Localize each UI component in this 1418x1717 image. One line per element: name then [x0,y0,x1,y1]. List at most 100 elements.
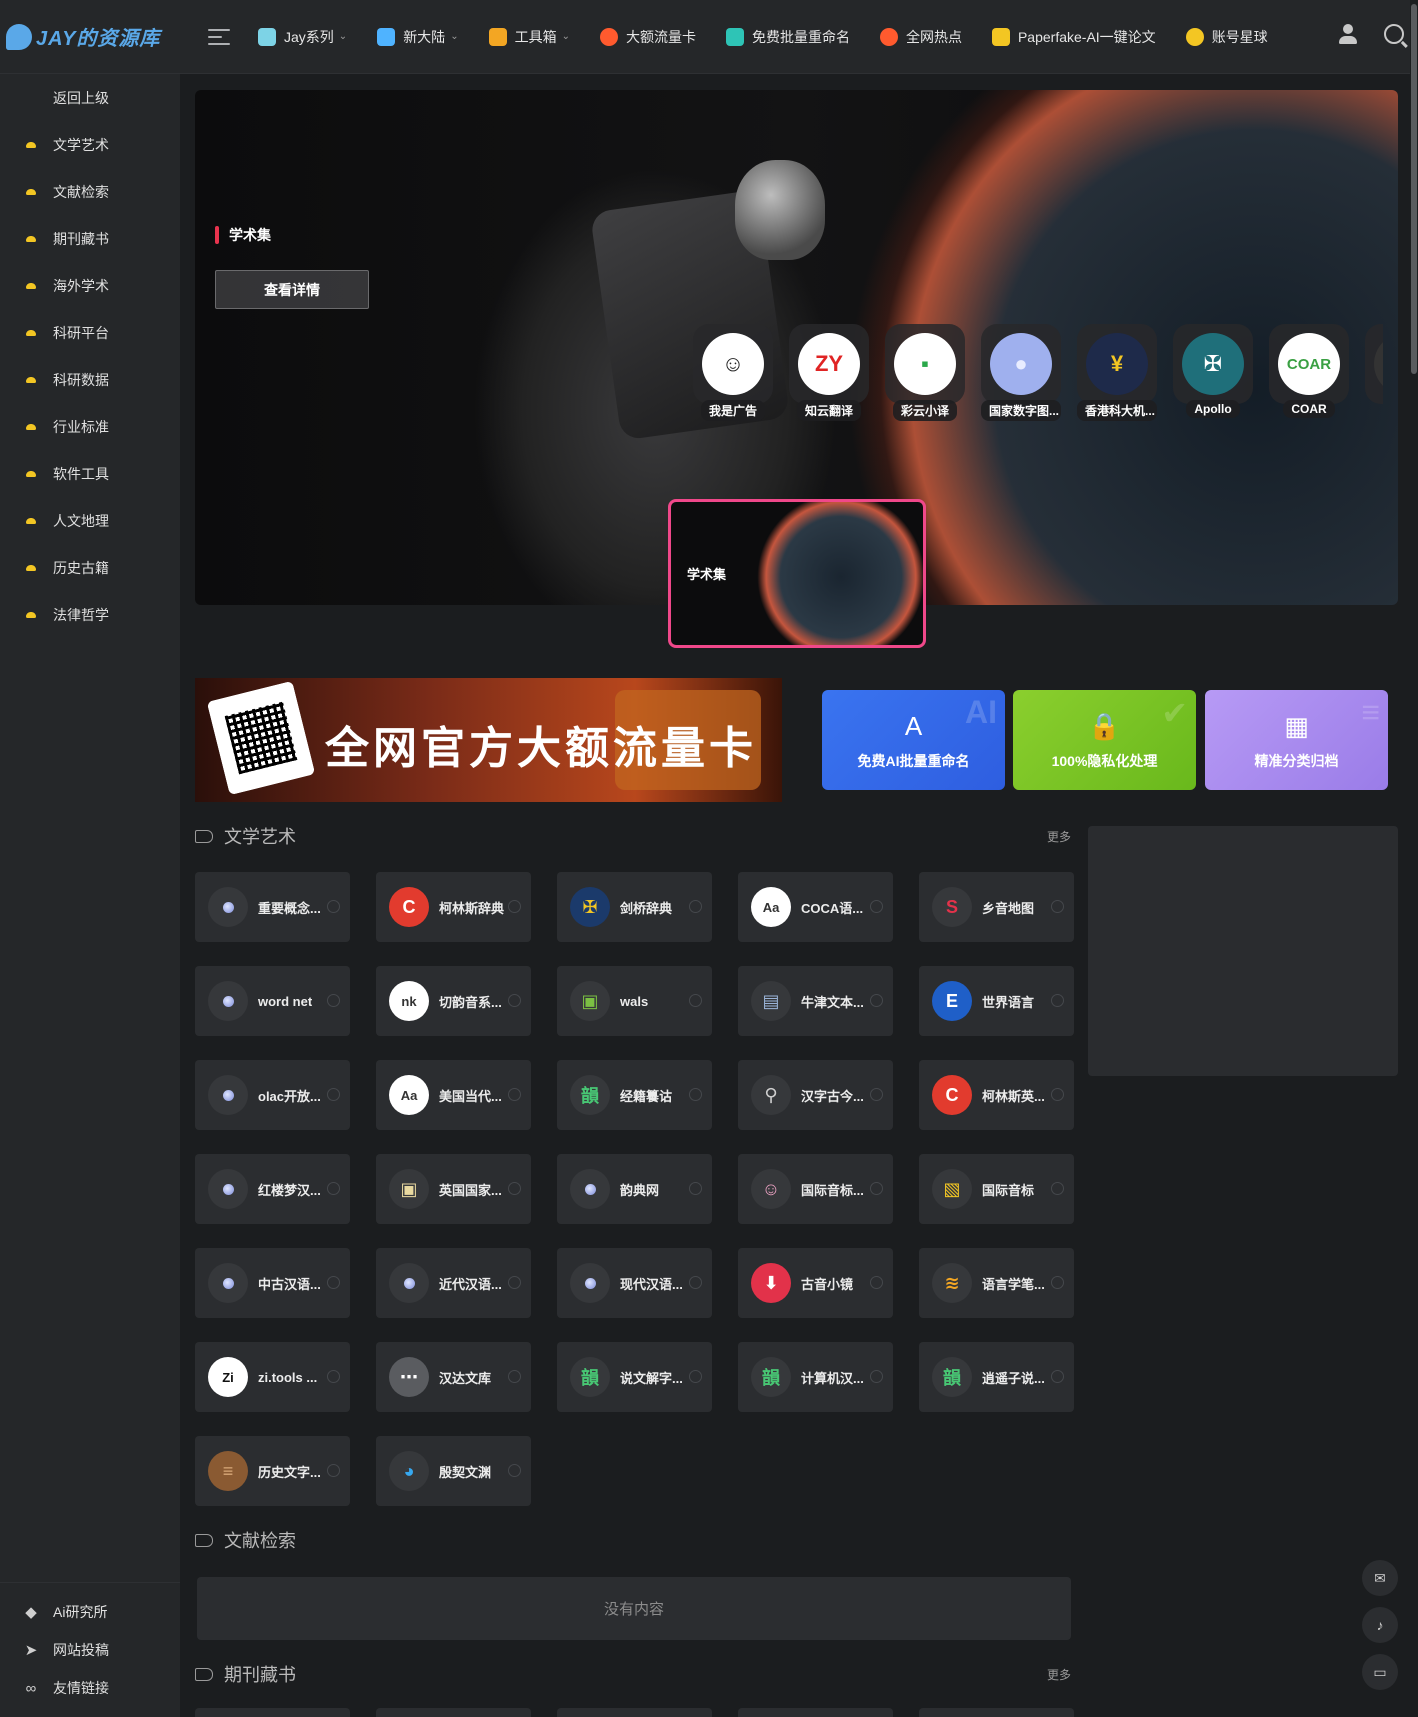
site-card[interactable]: 韻说文解字... [557,1342,712,1412]
site-card[interactable]: C 柯林斯英... [919,1060,1074,1130]
arrow-right-icon[interactable] [870,1276,883,1289]
sidebar-item[interactable]: 科研数据 [0,356,180,403]
arrow-right-icon[interactable] [508,1088,521,1101]
arrow-right-icon[interactable] [327,1182,340,1195]
scrollbar[interactable] [1410,0,1418,1717]
view-details-button[interactable]: 查看详情 [215,270,369,309]
arrow-right-icon[interactable] [1051,900,1064,913]
hero-app[interactable]: ¥ 香港科大机... [1077,324,1157,424]
arrow-right-icon[interactable] [508,1370,521,1383]
site-card[interactable] [738,1708,893,1717]
site-card[interactable]: Aa 美国当代... [376,1060,531,1130]
site-card[interactable] [195,1708,350,1717]
nav-item[interactable]: Jay系列 ⌄ [258,27,347,47]
site-card[interactable]: 近代汉语... [376,1248,531,1318]
more-link[interactable]: 更多 [1047,1666,1071,1683]
sidebar-item[interactable]: 海外学术 [0,262,180,309]
sidebar-item[interactable]: 人文地理 [0,497,180,544]
arrow-right-icon[interactable] [327,1370,340,1383]
sidebar-item[interactable]: 软件工具 [0,450,180,497]
sidebar-bottom-item[interactable]: ➤ 网站投稿 [0,1631,180,1669]
arrow-right-icon[interactable] [1051,1276,1064,1289]
nav-item[interactable]: 免费批量重命名 [725,27,850,47]
arrow-right-icon[interactable] [689,1370,702,1383]
site-card[interactable]: ⋯ 汉达文库 [376,1342,531,1412]
hero-app[interactable]: ZY 知云翻译 [789,324,869,424]
arrow-right-icon[interactable] [1051,1370,1064,1383]
wechat-icon[interactable]: ✉ [1362,1560,1398,1596]
site-card[interactable]: 韻计算机汉... [738,1342,893,1412]
more-link[interactable]: 更多 [1047,828,1071,845]
arrow-right-icon[interactable] [870,900,883,913]
arrow-right-icon[interactable] [1051,994,1064,1007]
site-card[interactable]: 中古汉语... [195,1248,350,1318]
nav-item[interactable]: 全网热点 [879,27,962,47]
site-card[interactable]: Aa COCA语... [738,872,893,942]
site-card[interactable] [919,1708,1074,1717]
site-card[interactable]: ✠ 剑桥辞典 [557,872,712,942]
nav-item[interactable]: 工具箱 ⌄ [488,27,570,47]
site-card[interactable]: word net [195,966,350,1036]
hero-app[interactable]: ● 国家数字图... [981,324,1061,424]
arrow-right-icon[interactable] [870,994,883,1007]
site-card[interactable]: ▧ 国际音标 [919,1154,1074,1224]
hero-app[interactable]: COAR COAR [1269,324,1349,424]
site-card[interactable]: ▣ wals [557,966,712,1036]
site-card[interactable]: ☺ 国际音标... [738,1154,893,1224]
sidebar-back[interactable]: 返回上级 [0,74,180,121]
arrow-right-icon[interactable] [508,900,521,913]
arrow-right-icon[interactable] [327,994,340,1007]
arrow-right-icon[interactable] [327,1088,340,1101]
arrow-right-icon[interactable] [870,1182,883,1195]
site-card[interactable]: ≋ 语言学笔... [919,1248,1074,1318]
site-logo[interactable]: JAY的资源库 [6,22,186,51]
arrow-right-icon[interactable] [327,1276,340,1289]
nav-item[interactable]: 新大陆 ⌄ [377,27,459,47]
arrow-right-icon[interactable] [689,900,702,913]
arrow-right-icon[interactable] [508,1464,521,1477]
site-card[interactable]: ◕ 殷契文渊 [376,1436,531,1506]
feature-archive[interactable]: ≡ ▦ 精准分类归档 [1205,690,1388,790]
arrow-right-icon[interactable] [327,900,340,913]
sidebar-item[interactable]: 行业标准 [0,403,180,450]
sidebar-bottom-item[interactable]: ◆ Ai研究所 [0,1593,180,1631]
feature-ai-rename[interactable]: AI A 免费AI批量重命名 [822,690,1005,790]
hero-app[interactable]: ☺ 我是广告 [693,324,773,424]
arrow-right-icon[interactable] [508,1182,521,1195]
site-card[interactable]: nk 切韵音系... [376,966,531,1036]
arrow-right-icon[interactable] [508,994,521,1007]
sidebar-bottom-item[interactable]: ∞ 友情链接 [0,1669,180,1707]
arrow-right-icon[interactable] [689,994,702,1007]
user-icon[interactable] [1338,24,1358,44]
arrow-right-icon[interactable] [870,1370,883,1383]
arrow-right-icon[interactable] [508,1276,521,1289]
search-icon[interactable] [1384,24,1404,44]
arrow-right-icon[interactable] [870,1088,883,1101]
sidebar-item[interactable]: 科研平台 [0,309,180,356]
arrow-right-icon[interactable] [689,1088,702,1101]
hero-app[interactable]: 国 [1365,324,1383,424]
inbox-icon[interactable]: ▭ [1362,1654,1398,1690]
hero-app[interactable]: ✠ Apollo [1173,324,1253,424]
site-card[interactable]: 韻经籍籑诂 [557,1060,712,1130]
site-card[interactable] [557,1708,712,1717]
site-card[interactable]: C 柯林斯辞典 [376,872,531,942]
site-card[interactable]: 红楼梦汉... [195,1154,350,1224]
site-card[interactable]: ⚲ 汉字古今... [738,1060,893,1130]
site-card[interactable]: Zi zi.tools ... [195,1342,350,1412]
site-card[interactable]: 韻逍遥子说... [919,1342,1074,1412]
menu-toggle-icon[interactable] [208,28,230,45]
bell-icon[interactable]: ♪ [1362,1607,1398,1643]
nav-item[interactable]: 账号星球 [1185,27,1268,47]
site-card[interactable]: ⬇ 古音小镜 [738,1248,893,1318]
arrow-right-icon[interactable] [1051,1088,1064,1101]
hero-app[interactable]: ▪ 彩云小译 [885,324,965,424]
sidebar-item[interactable]: 文献检索 [0,168,180,215]
site-card[interactable]: ≡ 历史文字... [195,1436,350,1506]
arrow-right-icon[interactable] [327,1464,340,1477]
scrollbar-thumb[interactable] [1411,4,1417,374]
arrow-right-icon[interactable] [689,1276,702,1289]
sidebar-item[interactable]: 法律哲学 [0,591,180,638]
hero-thumbnail[interactable]: 学术集 [668,499,926,648]
arrow-right-icon[interactable] [689,1182,702,1195]
